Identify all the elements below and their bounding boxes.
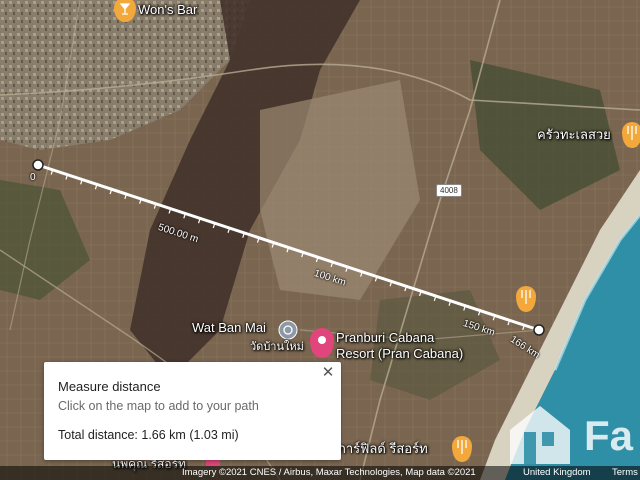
imagery-credit[interactable]: Imagery ©2021 CNES / Airbus, Maxar Techn… bbox=[182, 467, 476, 478]
place-label-garfield[interactable]: การ์ฟิลด์ รีสอร์ท bbox=[338, 438, 428, 459]
attribution-bar: Imagery ©2021 CNES / Airbus, Maxar Techn… bbox=[0, 466, 640, 480]
close-icon[interactable]: ✕ bbox=[321, 365, 335, 380]
place-label-wat-ban-mai-thai[interactable]: วัดบ้านใหม่ bbox=[250, 337, 304, 355]
measure-start-point[interactable] bbox=[32, 159, 44, 171]
measure-total-distance: Total distance: 1.66 km (1.03 mi) bbox=[58, 428, 239, 442]
place-label-pranburi-line2[interactable]: Resort (Pran Cabana) bbox=[336, 346, 463, 361]
distance-label-start: 0 bbox=[30, 172, 36, 183]
place-label-seafood[interactable]: ครัวทะเลสวย bbox=[537, 124, 611, 145]
terms-link[interactable]: Terms bbox=[612, 467, 638, 478]
road-shield-4008: 4008 bbox=[436, 184, 462, 197]
measure-distance-panel: Measure distance Click on the map to add… bbox=[44, 362, 341, 460]
place-label-pranburi-line1[interactable]: Pranburi Cabana bbox=[336, 330, 434, 345]
watermark-text: Fa bbox=[584, 412, 634, 459]
place-label-wat-ban-mai[interactable]: Wat Ban Mai bbox=[192, 320, 266, 335]
resort-marker-icon[interactable] bbox=[310, 328, 334, 358]
measure-end-point[interactable] bbox=[533, 324, 545, 336]
region-link[interactable]: United Kingdom bbox=[523, 467, 591, 478]
place-label-wons-bar[interactable]: Won's Bar bbox=[138, 2, 197, 17]
measure-title: Measure distance bbox=[58, 379, 161, 394]
measure-hint: Click on the map to add to your path bbox=[58, 399, 259, 413]
